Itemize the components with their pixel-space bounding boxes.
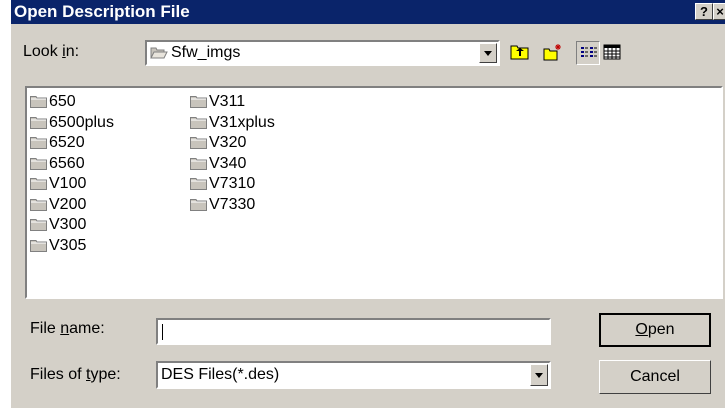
folder-icon — [30, 176, 48, 195]
up-one-level-button[interactable] — [508, 41, 532, 65]
files-of-type-label: Files of type: — [30, 366, 121, 384]
file-name-input[interactable] — [156, 318, 551, 345]
files-of-type-dropdown-button[interactable] — [530, 364, 548, 386]
open-button[interactable]: Open — [599, 313, 711, 347]
folder-icon — [30, 217, 48, 236]
folder-icon — [30, 197, 48, 216]
open-button-label: pen — [647, 321, 675, 338]
create-new-folder-icon — [543, 43, 563, 66]
folder-icon — [190, 156, 208, 175]
details-view-button[interactable] — [600, 41, 624, 65]
files-of-type-combo[interactable]: DES Files(*.des) — [156, 361, 551, 389]
cancel-button[interactable]: Cancel — [599, 360, 711, 394]
details-view-icon — [603, 44, 621, 65]
look-in-combo[interactable]: Sfw_imgs — [145, 40, 500, 66]
open-button-key: O — [635, 321, 648, 338]
file-name-text: V320 — [209, 134, 247, 151]
file-name-text: V300 — [49, 216, 87, 233]
folder-icon — [190, 94, 208, 113]
folder-icon — [190, 197, 208, 216]
list-view-icon — [580, 45, 598, 66]
file-name-label-key: n — [60, 320, 70, 337]
file-name-label-pre: File — [30, 320, 61, 337]
chevron-down-icon — [484, 51, 492, 56]
look-in-dropdown-button[interactable] — [479, 43, 497, 63]
file-name-text: 6500plus — [49, 113, 114, 131]
file-name-text: 650 — [49, 93, 76, 110]
file-name-text: 6560 — [49, 154, 85, 172]
file-name-label: File name: — [30, 320, 105, 338]
look-in-label-post: n: — [65, 43, 80, 60]
dialog-title: Open Description File — [14, 2, 190, 21]
folder-icon — [30, 94, 48, 113]
close-button[interactable]: × — [713, 3, 725, 20]
create-new-folder-button[interactable] — [541, 41, 565, 65]
folder-icon — [30, 156, 48, 175]
look-in-label-pre: Look — [23, 43, 63, 60]
folder-icon — [190, 115, 208, 134]
up-one-level-icon — [510, 44, 530, 65]
file-name-text: V305 — [49, 236, 87, 254]
folder-icon — [30, 115, 48, 134]
file-name-text: V100 — [49, 175, 87, 192]
file-name-text: V340 — [209, 154, 247, 172]
folder-icon — [30, 238, 48, 257]
files-of-type-label-post: ype: — [90, 366, 121, 383]
file-name-text: 6520 — [49, 134, 85, 151]
file-name-text: V311 — [209, 93, 246, 110]
folder-icon — [190, 135, 208, 154]
file-list[interactable]: 650 6500plus 6520 6560 V100 V200 V300 V305 V311 V… — [25, 86, 723, 299]
file-name-text: V7330 — [209, 195, 256, 213]
list-view-button[interactable] — [576, 41, 600, 65]
open-file-dialog: Open Description File ? × Look in: Sfw_i… — [10, 0, 725, 408]
look-in-label: Look in: — [23, 43, 79, 61]
file-name-text: V7310 — [209, 175, 256, 192]
help-button[interactable]: ? — [695, 3, 713, 20]
title-bar[interactable]: Open Description File ? × — [11, 0, 725, 24]
files-of-type-label-pre: Files of — [30, 366, 87, 383]
folder-icon — [190, 176, 208, 195]
files-of-type-value: DES Files(*.des) — [161, 366, 280, 383]
file-name-text: V200 — [49, 195, 87, 213]
look-in-value: Sfw_imgs — [171, 44, 241, 61]
chevron-down-icon — [535, 373, 543, 378]
open-folder-icon — [150, 45, 168, 66]
folder-icon — [30, 135, 48, 154]
text-caret — [162, 324, 163, 340]
file-name-text: V31xplus — [209, 113, 275, 131]
file-name-label-post: ame: — [69, 320, 105, 337]
